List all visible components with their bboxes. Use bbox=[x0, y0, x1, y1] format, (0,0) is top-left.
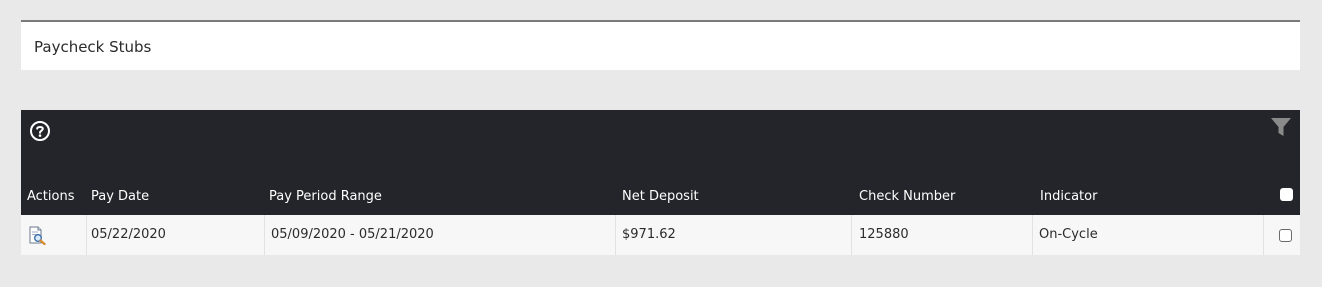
page-title-panel: Paycheck Stubs bbox=[21, 20, 1300, 70]
indicator-cell: On-Cycle bbox=[1033, 215, 1264, 255]
table-row: 05/22/2020 05/09/2020 - 05/21/2020 $971.… bbox=[21, 215, 1300, 255]
actions-cell bbox=[21, 215, 87, 255]
row-select-checkbox[interactable] bbox=[1279, 229, 1292, 242]
view-document-icon[interactable] bbox=[28, 226, 47, 245]
column-header-actions: Actions bbox=[27, 189, 75, 204]
page-title: Paycheck Stubs bbox=[34, 38, 152, 56]
pay-date-cell: 05/22/2020 bbox=[87, 215, 265, 255]
paycheck-stubs-grid: Actions Pay Date Pay Period Range Net De… bbox=[21, 110, 1300, 255]
pay-date-value: 05/22/2020 bbox=[91, 227, 166, 242]
question-circle-icon[interactable] bbox=[30, 121, 50, 141]
column-header-net-deposit[interactable]: Net Deposit bbox=[622, 189, 699, 204]
net-deposit-cell: $971.62 bbox=[616, 215, 852, 255]
indicator-value: On-Cycle bbox=[1039, 227, 1098, 242]
check-number-cell: 125880 bbox=[852, 215, 1033, 255]
pay-period-range-value: 05/09/2020 - 05/21/2020 bbox=[271, 227, 434, 242]
grid-header: Actions Pay Date Pay Period Range Net De… bbox=[21, 110, 1300, 215]
select-all-checkbox[interactable] bbox=[1280, 188, 1293, 201]
funnel-filter-icon[interactable] bbox=[1270, 116, 1292, 138]
column-header-indicator[interactable]: Indicator bbox=[1040, 189, 1097, 204]
column-header-pay-period-range[interactable]: Pay Period Range bbox=[269, 189, 382, 204]
column-header-check-number[interactable]: Check Number bbox=[859, 189, 955, 204]
pay-period-range-cell: 05/09/2020 - 05/21/2020 bbox=[265, 215, 616, 255]
net-deposit-value: $971.62 bbox=[622, 227, 676, 242]
check-number-value: 125880 bbox=[859, 227, 909, 242]
column-header-pay-date[interactable]: Pay Date bbox=[91, 189, 149, 204]
